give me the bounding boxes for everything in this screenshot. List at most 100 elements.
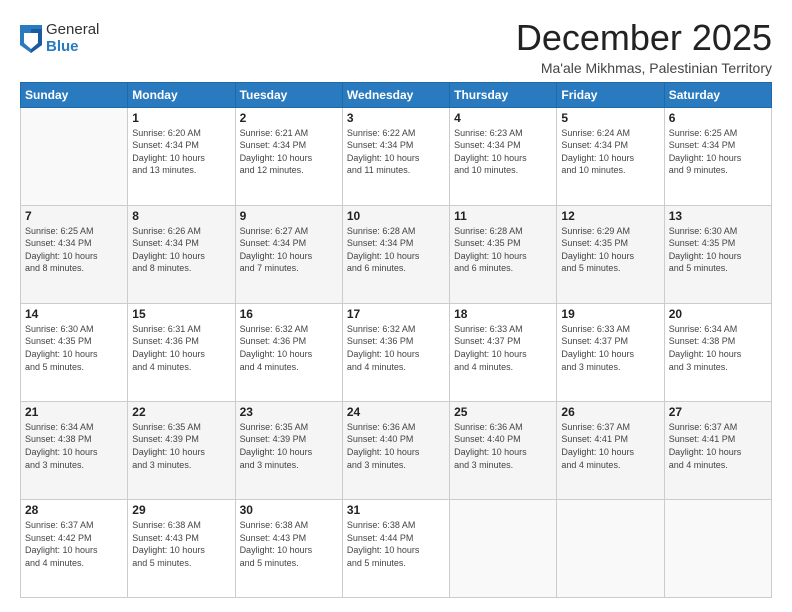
calendar-table: Sunday Monday Tuesday Wednesday Thursday…: [20, 82, 772, 598]
day-info: Sunrise: 6:27 AM Sunset: 4:34 PM Dayligh…: [240, 225, 338, 275]
day-info: Sunrise: 6:20 AM Sunset: 4:34 PM Dayligh…: [132, 127, 230, 177]
day-number: 29: [132, 503, 230, 517]
day-number: 3: [347, 111, 445, 125]
table-row: 16 Sunrise: 6:32 AM Sunset: 4:36 PM Dayli…: [235, 303, 342, 401]
table-row: 13 Sunrise: 6:30 AM Sunset: 4:35 PM Dayli…: [664, 205, 771, 303]
calendar-week-row: 7 Sunrise: 6:25 AM Sunset: 4:34 PM Daylig…: [21, 205, 772, 303]
header-saturday: Saturday: [664, 82, 771, 107]
day-number: 17: [347, 307, 445, 321]
day-number: 12: [561, 209, 659, 223]
day-info: Sunrise: 6:26 AM Sunset: 4:34 PM Dayligh…: [132, 225, 230, 275]
table-row: 20Sunrise: 6:34 AM Sunset: 4:38 PM Dayli…: [664, 303, 771, 401]
logo-blue-text: Blue: [46, 39, 99, 56]
table-row: [21, 107, 128, 205]
day-info: Sunrise: 6:34 AM Sunset: 4:38 PM Dayligh…: [25, 421, 123, 471]
table-row: [557, 499, 664, 597]
day-number: 1: [132, 111, 230, 125]
day-info: Sunrise: 6:32 AM Sunset: 4:36 PM Dayligh…: [240, 323, 338, 373]
day-number: 8: [132, 209, 230, 223]
day-number: 14: [25, 307, 123, 321]
day-info: Sunrise: 6:28 AM Sunset: 4:35 PM Dayligh…: [454, 225, 552, 275]
calendar-week-row: 1 Sunrise: 6:20 AM Sunset: 4:34 PM Daylig…: [21, 107, 772, 205]
day-info: Sunrise: 6:38 AM Sunset: 4:43 PM Dayligh…: [132, 519, 230, 569]
day-info: Sunrise: 6:37 AM Sunset: 4:41 PM Dayligh…: [669, 421, 767, 471]
table-row: 10 Sunrise: 6:28 AM Sunset: 4:34 PM Dayli…: [342, 205, 449, 303]
day-info: Sunrise: 6:37 AM Sunset: 4:41 PM Dayligh…: [561, 421, 659, 471]
day-number: 16: [240, 307, 338, 321]
day-number: 28: [25, 503, 123, 517]
logo-text: General Blue: [46, 22, 99, 55]
table-row: 6 Sunrise: 6:25 AM Sunset: 4:34 PM Daylig…: [664, 107, 771, 205]
calendar-week-row: 14 Sunrise: 6:30 AM Sunset: 4:35 PM Dayli…: [21, 303, 772, 401]
table-row: 23 Sunrise: 6:35 AM Sunset: 4:39 PM Dayli…: [235, 401, 342, 499]
day-info: Sunrise: 6:24 AM Sunset: 4:34 PM Dayligh…: [561, 127, 659, 177]
day-number: 13: [669, 209, 767, 223]
table-row: 8 Sunrise: 6:26 AM Sunset: 4:34 PM Daylig…: [128, 205, 235, 303]
day-number: 11: [454, 209, 552, 223]
day-info: Sunrise: 6:28 AM Sunset: 4:34 PM Dayligh…: [347, 225, 445, 275]
day-info: Sunrise: 6:29 AM Sunset: 4:35 PM Dayligh…: [561, 225, 659, 275]
table-row: 1 Sunrise: 6:20 AM Sunset: 4:34 PM Daylig…: [128, 107, 235, 205]
table-row: 29 Sunrise: 6:38 AM Sunset: 4:43 PM Dayli…: [128, 499, 235, 597]
header-sunday: Sunday: [21, 82, 128, 107]
calendar-week-row: 21Sunrise: 6:34 AM Sunset: 4:38 PM Dayli…: [21, 401, 772, 499]
day-number: 24: [347, 405, 445, 419]
table-row: 31Sunrise: 6:38 AM Sunset: 4:44 PM Dayli…: [342, 499, 449, 597]
day-number: 7: [25, 209, 123, 223]
table-row: 4 Sunrise: 6:23 AM Sunset: 4:34 PM Daylig…: [450, 107, 557, 205]
day-number: 5: [561, 111, 659, 125]
day-number: 26: [561, 405, 659, 419]
day-number: 2: [240, 111, 338, 125]
day-number: 4: [454, 111, 552, 125]
table-row: 12 Sunrise: 6:29 AM Sunset: 4:35 PM Dayli…: [557, 205, 664, 303]
day-number: 6: [669, 111, 767, 125]
table-row: 5 Sunrise: 6:24 AM Sunset: 4:34 PM Daylig…: [557, 107, 664, 205]
table-row: [664, 499, 771, 597]
table-row: 15Sunrise: 6:31 AM Sunset: 4:36 PM Dayli…: [128, 303, 235, 401]
day-number: 23: [240, 405, 338, 419]
day-info: Sunrise: 6:34 AM Sunset: 4:38 PM Dayligh…: [669, 323, 767, 373]
day-info: Sunrise: 6:33 AM Sunset: 4:37 PM Dayligh…: [454, 323, 552, 373]
day-info: Sunrise: 6:32 AM Sunset: 4:36 PM Dayligh…: [347, 323, 445, 373]
header-thursday: Thursday: [450, 82, 557, 107]
day-info: Sunrise: 6:36 AM Sunset: 4:40 PM Dayligh…: [454, 421, 552, 471]
day-info: Sunrise: 6:30 AM Sunset: 4:35 PM Dayligh…: [25, 323, 123, 373]
table-row: 14 Sunrise: 6:30 AM Sunset: 4:35 PM Dayli…: [21, 303, 128, 401]
table-row: [450, 499, 557, 597]
day-info: Sunrise: 6:31 AM Sunset: 4:36 PM Dayligh…: [132, 323, 230, 373]
table-row: 26 Sunrise: 6:37 AM Sunset: 4:41 PM Dayli…: [557, 401, 664, 499]
table-row: 9 Sunrise: 6:27 AM Sunset: 4:34 PM Daylig…: [235, 205, 342, 303]
day-info: Sunrise: 6:25 AM Sunset: 4:34 PM Dayligh…: [25, 225, 123, 275]
header-tuesday: Tuesday: [235, 82, 342, 107]
table-row: 7 Sunrise: 6:25 AM Sunset: 4:34 PM Daylig…: [21, 205, 128, 303]
day-info: Sunrise: 6:21 AM Sunset: 4:34 PM Dayligh…: [240, 127, 338, 177]
table-row: 3Sunrise: 6:22 AM Sunset: 4:34 PM Daylig…: [342, 107, 449, 205]
table-row: 18Sunrise: 6:33 AM Sunset: 4:37 PM Dayli…: [450, 303, 557, 401]
calendar-header-row: Sunday Monday Tuesday Wednesday Thursday…: [21, 82, 772, 107]
day-info: Sunrise: 6:35 AM Sunset: 4:39 PM Dayligh…: [240, 421, 338, 471]
header-friday: Friday: [557, 82, 664, 107]
table-row: 24 Sunrise: 6:36 AM Sunset: 4:40 PM Dayli…: [342, 401, 449, 499]
day-info: Sunrise: 6:30 AM Sunset: 4:35 PM Dayligh…: [669, 225, 767, 275]
title-block: December 2025 Ma'ale Mikhmas, Palestinia…: [516, 18, 772, 76]
day-info: Sunrise: 6:36 AM Sunset: 4:40 PM Dayligh…: [347, 421, 445, 471]
day-info: Sunrise: 6:23 AM Sunset: 4:34 PM Dayligh…: [454, 127, 552, 177]
logo-icon: [20, 25, 42, 53]
table-row: 11 Sunrise: 6:28 AM Sunset: 4:35 PM Dayli…: [450, 205, 557, 303]
day-info: Sunrise: 6:38 AM Sunset: 4:44 PM Dayligh…: [347, 519, 445, 569]
table-row: 2 Sunrise: 6:21 AM Sunset: 4:34 PM Daylig…: [235, 107, 342, 205]
day-number: 30: [240, 503, 338, 517]
logo-general-text: General: [46, 22, 99, 39]
day-info: Sunrise: 6:35 AM Sunset: 4:39 PM Dayligh…: [132, 421, 230, 471]
table-row: 22Sunrise: 6:35 AM Sunset: 4:39 PM Dayli…: [128, 401, 235, 499]
logo: General Blue: [20, 22, 99, 55]
day-info: Sunrise: 6:37 AM Sunset: 4:42 PM Dayligh…: [25, 519, 123, 569]
day-number: 10: [347, 209, 445, 223]
day-info: Sunrise: 6:25 AM Sunset: 4:34 PM Dayligh…: [669, 127, 767, 177]
day-info: Sunrise: 6:38 AM Sunset: 4:43 PM Dayligh…: [240, 519, 338, 569]
header-monday: Monday: [128, 82, 235, 107]
day-number: 9: [240, 209, 338, 223]
calendar-week-row: 28 Sunrise: 6:37 AM Sunset: 4:42 PM Dayli…: [21, 499, 772, 597]
day-number: 27: [669, 405, 767, 419]
header: General Blue December 2025 Ma'ale Mikhma…: [20, 18, 772, 76]
